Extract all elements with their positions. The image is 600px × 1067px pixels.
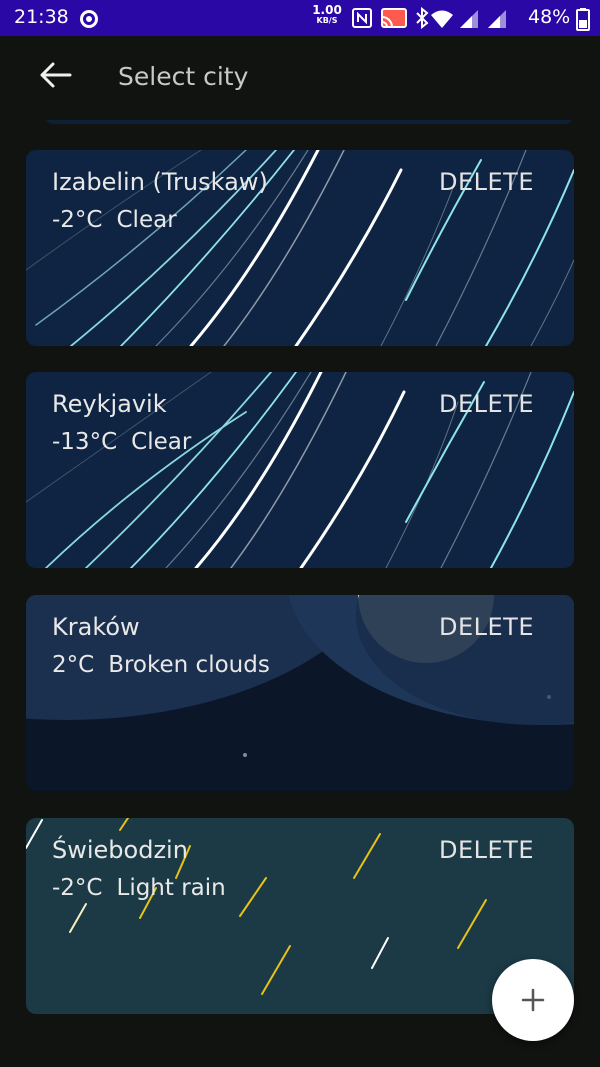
city-card[interactable]: Reykjavik -13°C Clear DELETE xyxy=(26,372,574,568)
cast-icon xyxy=(381,8,407,28)
city-name: Świebodzin xyxy=(52,836,188,864)
city-temperature: -2°C xyxy=(52,207,103,233)
delete-button[interactable]: DELETE xyxy=(439,390,534,418)
status-bar: 21:38 1.00 KB/S 48% xyxy=(0,0,600,36)
delete-button[interactable]: DELETE xyxy=(439,168,534,196)
network-speed-value: 1.00 xyxy=(312,3,342,17)
city-temperature: -13°C xyxy=(52,429,118,455)
city-condition: Broken clouds xyxy=(108,652,270,678)
city-weather: -2°C Clear xyxy=(52,207,177,233)
previous-card-edge xyxy=(44,120,574,124)
city-name: Kraków xyxy=(52,613,140,641)
back-button[interactable] xyxy=(28,56,82,98)
nfc-icon xyxy=(352,8,372,28)
app-bar: Select city xyxy=(0,36,600,120)
city-name: Izabelin (Truskaw) xyxy=(52,168,268,196)
bluetooth-icon xyxy=(416,6,429,30)
network-speed-unit: KB/S xyxy=(316,16,338,25)
page-title: Select city xyxy=(118,62,249,91)
network-speed: 1.00 KB/S xyxy=(312,4,342,25)
city-condition: Light rain xyxy=(116,875,226,901)
city-card[interactable]: Izabelin (Truskaw) -2°C Clear DELETE xyxy=(26,150,574,346)
city-temperature: 2°C xyxy=(52,652,95,678)
city-condition: Clear xyxy=(116,207,177,233)
city-card[interactable]: Kraków 2°C Broken clouds DELETE xyxy=(26,595,574,791)
battery-icon xyxy=(576,8,590,31)
plus-icon xyxy=(521,988,545,1012)
signal-icon xyxy=(460,10,478,28)
city-temperature: -2°C xyxy=(52,875,103,901)
city-weather: 2°C Broken clouds xyxy=(52,652,270,678)
delete-button[interactable]: DELETE xyxy=(439,836,534,864)
city-weather: -2°C Light rain xyxy=(52,875,226,901)
signal-icon xyxy=(488,10,506,28)
city-weather: -13°C Clear xyxy=(52,429,191,455)
city-list[interactable]: Izabelin (Truskaw) -2°C Clear DELETE Rey… xyxy=(0,120,600,1067)
city-name: Reykjavik xyxy=(52,390,167,418)
city-card[interactable]: Świebodzin -2°C Light rain DELETE xyxy=(26,818,574,1014)
arrow-left-icon xyxy=(40,62,72,88)
wifi-icon xyxy=(431,10,453,28)
status-icons xyxy=(352,6,506,30)
status-time: 21:38 xyxy=(14,6,69,28)
delete-button[interactable]: DELETE xyxy=(439,613,534,641)
add-city-button[interactable] xyxy=(492,959,574,1041)
record-icon xyxy=(80,10,98,28)
battery-percent: 48% xyxy=(528,6,571,28)
city-condition: Clear xyxy=(131,429,192,455)
